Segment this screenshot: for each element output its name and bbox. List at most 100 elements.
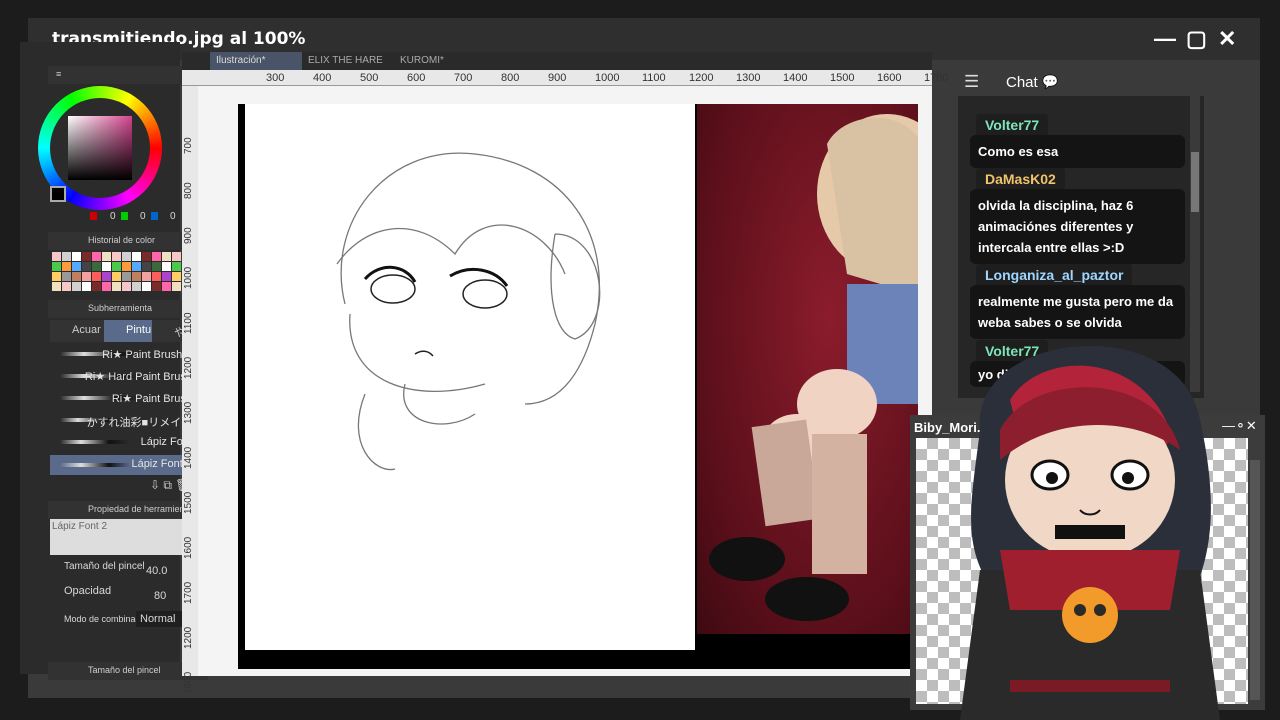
color-history-swatch[interactable]: [142, 272, 151, 281]
color-history-swatch[interactable]: [82, 252, 91, 261]
ruler-tick-label: 400: [313, 72, 332, 84]
opacity-label: Opacidad: [64, 585, 112, 597]
menu-icon[interactable]: ☰: [964, 72, 979, 92]
color-history-swatch[interactable]: [172, 252, 181, 261]
main-color-swatch[interactable]: [50, 186, 66, 202]
brush-item[interactable]: Lápiz Font: [50, 433, 200, 453]
color-value-3: 0: [170, 211, 176, 222]
color-history-swatch[interactable]: [172, 262, 181, 271]
color-history-swatch[interactable]: [132, 282, 141, 291]
color-history-swatch[interactable]: [152, 282, 161, 291]
opacity-value[interactable]: 80: [154, 590, 166, 602]
color-history-swatch[interactable]: [62, 262, 71, 271]
color-history-swatch[interactable]: [162, 252, 171, 261]
color-history-swatch[interactable]: [102, 252, 111, 261]
brush-item[interactable]: Ri★ Paint Brush ●: [50, 345, 200, 365]
ruler-tick-label: 1000: [183, 266, 194, 289]
close-button[interactable]: ✕: [1218, 26, 1236, 52]
ruler-tick-label: 1300: [183, 401, 194, 424]
color-history-swatch[interactable]: [72, 282, 81, 291]
tab-ilustracion[interactable]: Ilustración*: [210, 52, 302, 70]
color-history-swatch[interactable]: [92, 272, 101, 281]
color-history-swatch[interactable]: [122, 282, 131, 291]
color-value-2: 0: [140, 211, 146, 222]
brush-item[interactable]: Ri★ Hard Paint Brush: [50, 367, 200, 387]
horizontal-ruler: 300 400 500 600 700 800 900 1000 1100 1200 1300 140…: [182, 70, 948, 86]
color-value-1: 0: [110, 211, 116, 222]
color-history-swatch[interactable]: [82, 272, 91, 281]
ruler-tick-label: 300: [266, 72, 285, 84]
color-history-swatch[interactable]: [102, 272, 111, 281]
chat-scrollbar-thumb[interactable]: [1191, 152, 1199, 212]
reference-image: [697, 104, 918, 634]
color-history-swatch[interactable]: [52, 282, 61, 291]
color-history-swatch[interactable]: [122, 262, 131, 271]
color-history-swatch[interactable]: [132, 272, 141, 281]
color-history-swatch[interactable]: [72, 272, 81, 281]
subtool-tabs: Acuar Pintu やわ: [50, 320, 200, 342]
color-history-swatch[interactable]: [82, 282, 91, 291]
brush-item[interactable]: かすれ油彩■リメイク: [50, 411, 200, 431]
color-history-swatch[interactable]: [112, 262, 121, 271]
color-history-swatch[interactable]: [132, 252, 141, 261]
color-history-swatch[interactable]: [72, 262, 81, 271]
color-history-swatch[interactable]: [112, 282, 121, 291]
size-label: Tamaño del pincel: [64, 561, 145, 572]
color-history-swatch[interactable]: [52, 262, 61, 271]
ruler-tick-label: 500: [360, 72, 379, 84]
color-history-swatch[interactable]: [102, 262, 111, 271]
color-history-swatch[interactable]: [72, 252, 81, 261]
color-history-swatch[interactable]: [152, 262, 161, 271]
ruler-tick-label: 600: [407, 72, 426, 84]
tab-acuarela[interactable]: Acuar: [72, 324, 101, 336]
ruler-tick-label: 1200: [183, 626, 194, 649]
color-history-swatch[interactable]: [112, 252, 121, 261]
color-history-swatch[interactable]: [122, 252, 131, 261]
popup-scrollbar[interactable]: [1250, 460, 1260, 700]
color-history-swatch[interactable]: [162, 272, 171, 281]
tab-kuromi[interactable]: KUROMI*: [394, 52, 486, 70]
brush-item[interactable]: Ri★ Paint Brush: [50, 389, 200, 409]
ruler-tick-label: 1400: [783, 72, 808, 84]
color-history-swatch[interactable]: [92, 282, 101, 291]
size-value[interactable]: 40.0: [146, 565, 167, 577]
color-history-swatch[interactable]: [62, 272, 71, 281]
ruler-tick-label: 800: [183, 182, 194, 199]
minimize-button[interactable]: —: [1154, 26, 1176, 52]
ruler-tick-label: 900: [183, 227, 194, 244]
color-history-swatch[interactable]: [92, 262, 101, 271]
blue-channel-icon: [151, 212, 158, 220]
tab-pintura[interactable]: Pintu: [126, 324, 151, 336]
menu-icon[interactable]: ≡: [56, 69, 61, 79]
red-channel-icon: [90, 212, 97, 220]
maximize-button[interactable]: ▢: [1186, 26, 1207, 52]
chat-title: Chat: [1006, 74, 1038, 91]
color-history-swatch[interactable]: [132, 262, 141, 271]
tab-elix-the-hare[interactable]: ELIX THE HARE: [302, 52, 394, 70]
color-history-swatch[interactable]: [172, 272, 181, 281]
color-history-swatch[interactable]: [92, 252, 101, 261]
drawing-canvas[interactable]: [245, 104, 695, 650]
color-history-swatch[interactable]: [82, 262, 91, 271]
color-history-swatch[interactable]: [142, 252, 151, 261]
color-history-swatch[interactable]: [62, 252, 71, 261]
ruler-tick-label: 1600: [877, 72, 902, 84]
color-history-swatch[interactable]: [52, 272, 61, 281]
color-history-swatch[interactable]: [62, 282, 71, 291]
color-history-swatch[interactable]: [52, 252, 61, 261]
color-history-swatch[interactable]: [142, 282, 151, 291]
color-history-swatch[interactable]: [102, 282, 111, 291]
color-history-swatch[interactable]: [162, 262, 171, 271]
color-history-swatch[interactable]: [152, 272, 161, 281]
ruler-tick-label: 1700: [183, 581, 194, 604]
color-history-swatch[interactable]: [172, 282, 181, 291]
color-history-swatch[interactable]: [112, 272, 121, 281]
color-history-swatch[interactable]: [142, 262, 151, 271]
color-history-swatch[interactable]: [122, 272, 131, 281]
color-history-title: Historial de color: [88, 235, 156, 245]
saturation-value-square[interactable]: [68, 116, 132, 180]
color-history-swatch[interactable]: [152, 252, 161, 261]
reference-illustration: [709, 114, 918, 621]
chat-username: Volter77: [976, 114, 1049, 136]
color-history-swatch[interactable]: [162, 282, 171, 291]
